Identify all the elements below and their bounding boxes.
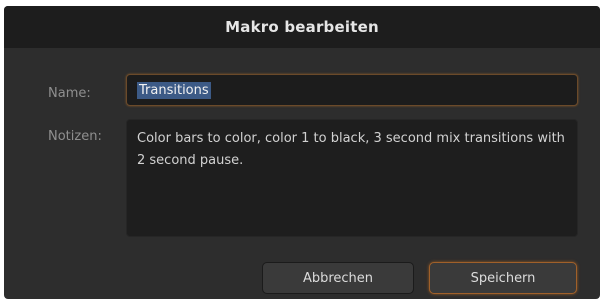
dialog-title: Makro bearbeiten bbox=[225, 18, 379, 36]
notes-textarea[interactable]: Color bars to color, color 1 to black, 3… bbox=[126, 119, 578, 237]
dialog-titlebar: Makro bearbeiten bbox=[4, 6, 600, 48]
edit-macro-dialog: Makro bearbeiten Name: Transitions Notiz… bbox=[4, 6, 600, 299]
name-input-value: Transitions bbox=[137, 81, 211, 99]
cancel-button[interactable]: Abbrechen bbox=[262, 262, 414, 294]
notes-label: Notizen: bbox=[48, 129, 102, 144]
cancel-button-label: Abbrechen bbox=[302, 270, 374, 286]
name-input[interactable]: Transitions bbox=[126, 74, 578, 106]
save-button[interactable]: Speichern bbox=[429, 262, 577, 294]
save-button-label: Speichern bbox=[470, 270, 536, 286]
name-label: Name: bbox=[48, 86, 91, 101]
